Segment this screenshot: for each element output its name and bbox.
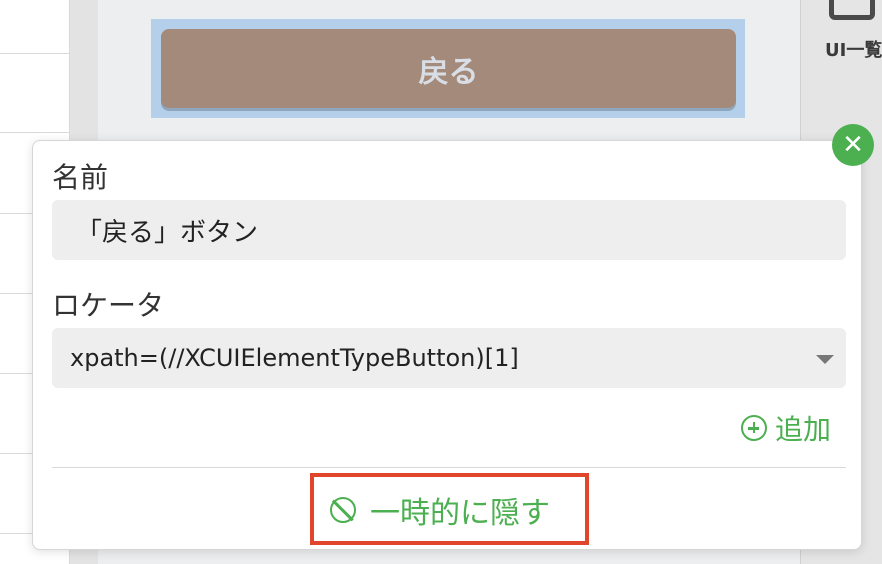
chevron-down-icon xyxy=(816,355,834,364)
locator-label: ロケータ xyxy=(52,289,165,322)
hide-temporarily-button[interactable]: 一時的に隠す xyxy=(330,490,550,531)
divider xyxy=(52,467,846,468)
back-button[interactable]: 戻る xyxy=(161,29,736,108)
name-field[interactable]: 「戻る」ボタン xyxy=(52,200,846,260)
add-locator-button[interactable]: 追加 xyxy=(741,410,831,446)
hide-label: 一時的に隠す xyxy=(370,496,550,531)
app-root: 戻る UI一覧 ✕ 名前 「戻る」ボタン ロケータ xpath=(//XCUIE… xyxy=(0,0,882,564)
locator-select[interactable]: xpath=(//XCUIElementTypeButton)[1] xyxy=(52,328,846,388)
close-button[interactable]: ✕ xyxy=(832,124,874,166)
list-divider xyxy=(0,132,70,133)
eye-slash-icon xyxy=(330,497,356,523)
locator-value: xpath=(//XCUIElementTypeButton)[1] xyxy=(70,344,519,372)
plus-circle-icon xyxy=(741,415,767,441)
ui-list-icon[interactable] xyxy=(829,0,875,20)
add-label: 追加 xyxy=(775,413,832,446)
list-divider xyxy=(0,53,70,54)
ui-list-label[interactable]: UI一覧 xyxy=(825,36,882,62)
close-icon: ✕ xyxy=(842,130,864,160)
name-label: 名前 xyxy=(52,161,109,194)
